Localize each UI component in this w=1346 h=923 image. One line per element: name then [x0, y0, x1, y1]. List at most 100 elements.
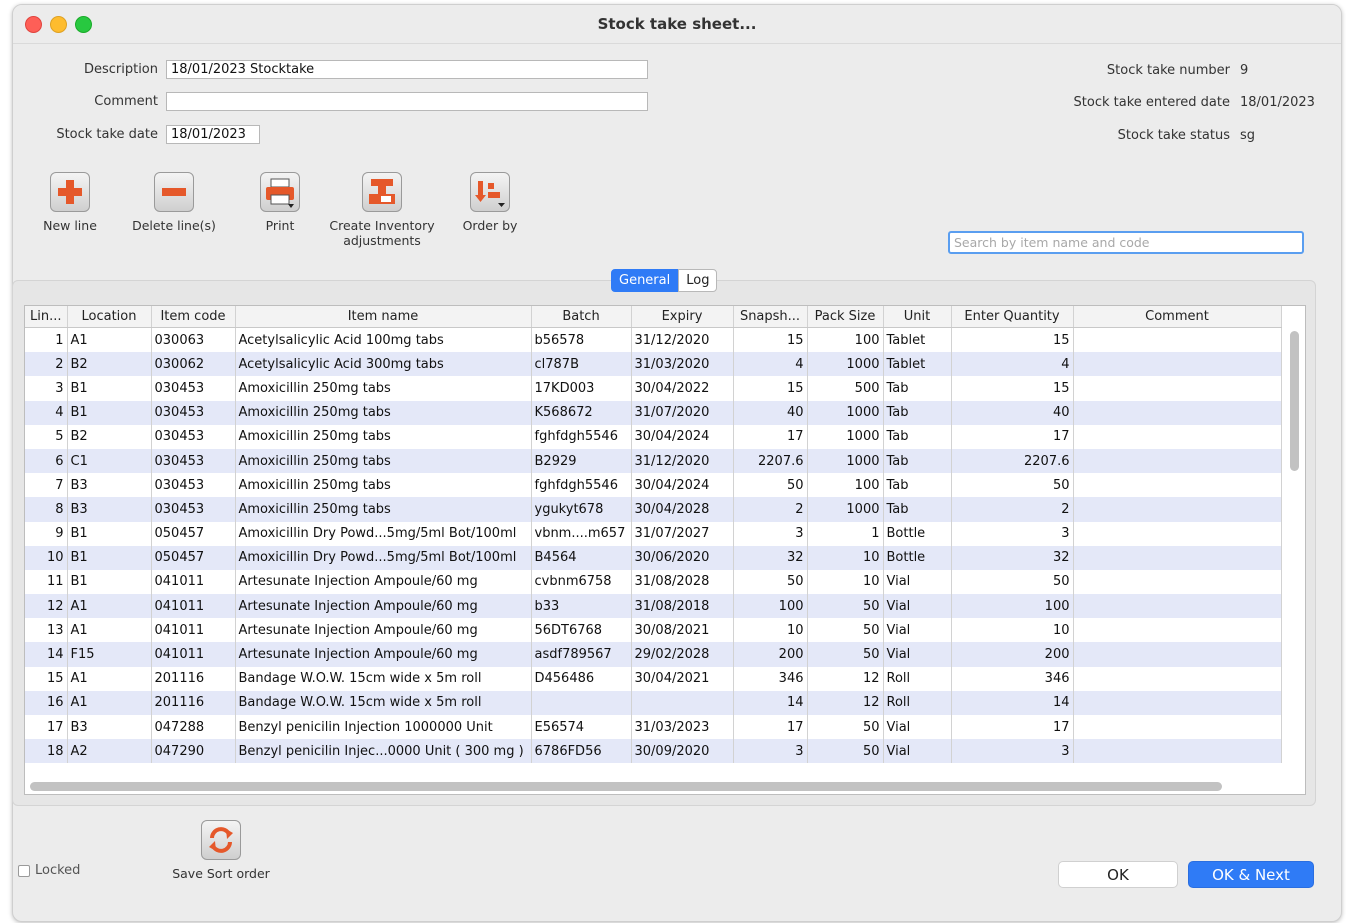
- table-cell: Amoxicillin 250mg tabs: [235, 473, 532, 498]
- column-header[interactable]: Lin...: [25, 306, 68, 328]
- table-cell: Tab: [883, 497, 952, 522]
- table-cell: Tab: [883, 376, 952, 401]
- print-button[interactable]: Print: [244, 172, 316, 233]
- table-row[interactable]: 10 B1 050457 Amoxicillin Dry Powd...5mg/5ml…: [25, 545, 1282, 570]
- table-cell: 200: [951, 642, 1074, 667]
- table-cell: [1073, 448, 1282, 474]
- table-cell: 30/04/2024: [631, 473, 734, 498]
- column-header[interactable]: Pack Size: [807, 306, 884, 328]
- table-cell: 15: [733, 376, 808, 401]
- column-header[interactable]: Comment: [1073, 306, 1282, 328]
- table-cell: 1000: [807, 424, 884, 449]
- table-row[interactable]: 7 B3 030453 Amoxicillin 250mg tabs fghfdgh55…: [25, 473, 1282, 498]
- column-header[interactable]: Location: [67, 306, 152, 328]
- table-cell: [1073, 497, 1282, 522]
- table-cell: 14: [733, 690, 808, 715]
- table-cell: Bandage W.O.W. 15cm wide x 5m roll: [235, 666, 532, 691]
- table-cell: [1073, 376, 1282, 401]
- table-cell: 5: [25, 424, 68, 449]
- table-row[interactable]: 3 B1 030453 Amoxicillin 250mg tabs 17KD003 30…: [25, 376, 1282, 401]
- table-cell: 30/09/2020: [631, 739, 734, 764]
- table-cell: Artesunate Injection Ampoule/60 mg: [235, 594, 532, 619]
- table-cell: 17: [951, 424, 1074, 449]
- table-cell: 14: [951, 690, 1074, 715]
- table-row[interactable]: 18 A2 047290 Benzyl penicilin Injec...0000 …: [25, 739, 1282, 764]
- table-row[interactable]: 8 B3 030453 Amoxicillin 250mg tabs ygukyt678…: [25, 497, 1282, 522]
- table-cell: [631, 690, 734, 715]
- table-cell: [1073, 594, 1282, 619]
- ok-next-button[interactable]: OK & Next: [1188, 861, 1314, 888]
- table-cell: 3: [951, 739, 1074, 764]
- table-cell: B1: [67, 569, 152, 595]
- column-header[interactable]: Snapsh...: [733, 306, 808, 328]
- column-header[interactable]: Expiry: [631, 306, 734, 328]
- table-cell: 100: [807, 327, 884, 353]
- table-cell: 50: [951, 473, 1074, 498]
- table-cell: b33: [531, 594, 632, 619]
- table-row[interactable]: 16 A1 201116 Bandage W.O.W. 15cm wide x 5m …: [25, 690, 1282, 715]
- refresh-icon: [201, 820, 241, 860]
- tab-log[interactable]: Log: [678, 269, 718, 292]
- table-cell: [1073, 327, 1282, 353]
- ok-button[interactable]: OK: [1058, 861, 1178, 888]
- stock-take-date-input[interactable]: 18/01/2023: [166, 125, 260, 144]
- table-cell: Tab: [883, 448, 952, 474]
- table-cell: Bottle: [883, 545, 952, 570]
- table-row[interactable]: 1 A1 030063 Acetylsalicylic Acid 100mg tabs…: [25, 327, 1282, 353]
- table-cell: 10: [951, 618, 1074, 643]
- column-header[interactable]: Unit: [883, 306, 952, 328]
- column-header[interactable]: Item code: [151, 306, 236, 328]
- column-header[interactable]: Item name: [235, 306, 532, 328]
- order-by-button[interactable]: Order by: [450, 172, 530, 233]
- table-cell: Tab: [883, 473, 952, 498]
- column-header[interactable]: Enter Quantity: [951, 306, 1074, 328]
- table-cell: 050457: [151, 545, 236, 570]
- table-cell: 30/04/2024: [631, 424, 734, 449]
- table-row[interactable]: 13 A1 041011 Artesunate Injection Ampoule/6…: [25, 618, 1282, 643]
- table-row[interactable]: 6 C1 030453 Amoxicillin 250mg tabs B2929 31/1…: [25, 448, 1282, 474]
- description-input[interactable]: 18/01/2023 Stocktake: [166, 60, 648, 79]
- save-sort-order-button[interactable]: Save Sort order: [160, 820, 282, 881]
- table-cell: ygukyt678: [531, 497, 632, 522]
- table-row[interactable]: 12 A1 041011 Artesunate Injection Ampoule/6…: [25, 594, 1282, 619]
- table-cell: fghfdgh5546: [531, 424, 632, 449]
- table-row[interactable]: 5 B2 030453 Amoxicillin 250mg tabs fghfdgh55…: [25, 424, 1282, 449]
- table-cell: Bandage W.O.W. 15cm wide x 5m roll: [235, 690, 532, 715]
- create-inventory-adjustments-button[interactable]: Create Inventory adjustments: [318, 172, 446, 248]
- table-row[interactable]: 17 B3 047288 Benzyl penicilin Injection 100…: [25, 715, 1282, 740]
- table-cell: 13: [25, 618, 68, 643]
- table-row[interactable]: 4 B1 030453 Amoxicillin 250mg tabs K568672 31…: [25, 400, 1282, 425]
- column-header[interactable]: Batch: [531, 306, 632, 328]
- comment-input[interactable]: [166, 92, 648, 111]
- vertical-scrollbar[interactable]: [1290, 331, 1299, 471]
- horizontal-scrollbar[interactable]: [30, 782, 1222, 791]
- tab-general[interactable]: General: [611, 269, 679, 292]
- table-cell: 201116: [151, 690, 236, 715]
- table-cell: 50: [807, 739, 884, 764]
- locked-checkbox-box[interactable]: [18, 864, 30, 877]
- table-row[interactable]: 15 A1 201116 Bandage W.O.W. 15cm wide x 5m …: [25, 666, 1282, 691]
- table-cell: 17: [733, 424, 808, 449]
- table-row[interactable]: 14 F15 041011 Artesunate Injection Ampoule/…: [25, 642, 1282, 667]
- table-cell: Vial: [883, 618, 952, 643]
- create-adjustments-label-line1: Create Inventory: [329, 218, 435, 233]
- table-cell: 17KD003: [531, 376, 632, 401]
- table-cell: [1073, 618, 1282, 643]
- delete-lines-button[interactable]: Delete line(s): [124, 172, 224, 233]
- table-cell: 12: [25, 594, 68, 619]
- search-input[interactable]: [948, 231, 1304, 254]
- table-cell: A1: [67, 618, 152, 643]
- table-row[interactable]: 11 B1 041011 Artesunate Injection Ampoule/6…: [25, 569, 1282, 595]
- table-cell: 6: [25, 448, 68, 474]
- stock-take-lines-table: Lin... Location Item code Item name Batch Exp…: [24, 305, 1306, 795]
- table-cell: 3: [733, 739, 808, 764]
- table-cell: Bottle: [883, 521, 952, 546]
- table-cell: 030453: [151, 448, 236, 474]
- table-cell: Amoxicillin 250mg tabs: [235, 424, 532, 449]
- table-cell: 50: [733, 473, 808, 498]
- table-row[interactable]: 2 B2 030062 Acetylsalicylic Acid 300mg tabs…: [25, 352, 1282, 377]
- table-row[interactable]: 9 B1 050457 Amoxicillin Dry Powd...5mg/5ml …: [25, 521, 1282, 546]
- new-line-button[interactable]: New line: [30, 172, 110, 233]
- locked-checkbox[interactable]: Locked: [18, 863, 80, 878]
- table-cell: 6786FD56: [531, 739, 632, 764]
